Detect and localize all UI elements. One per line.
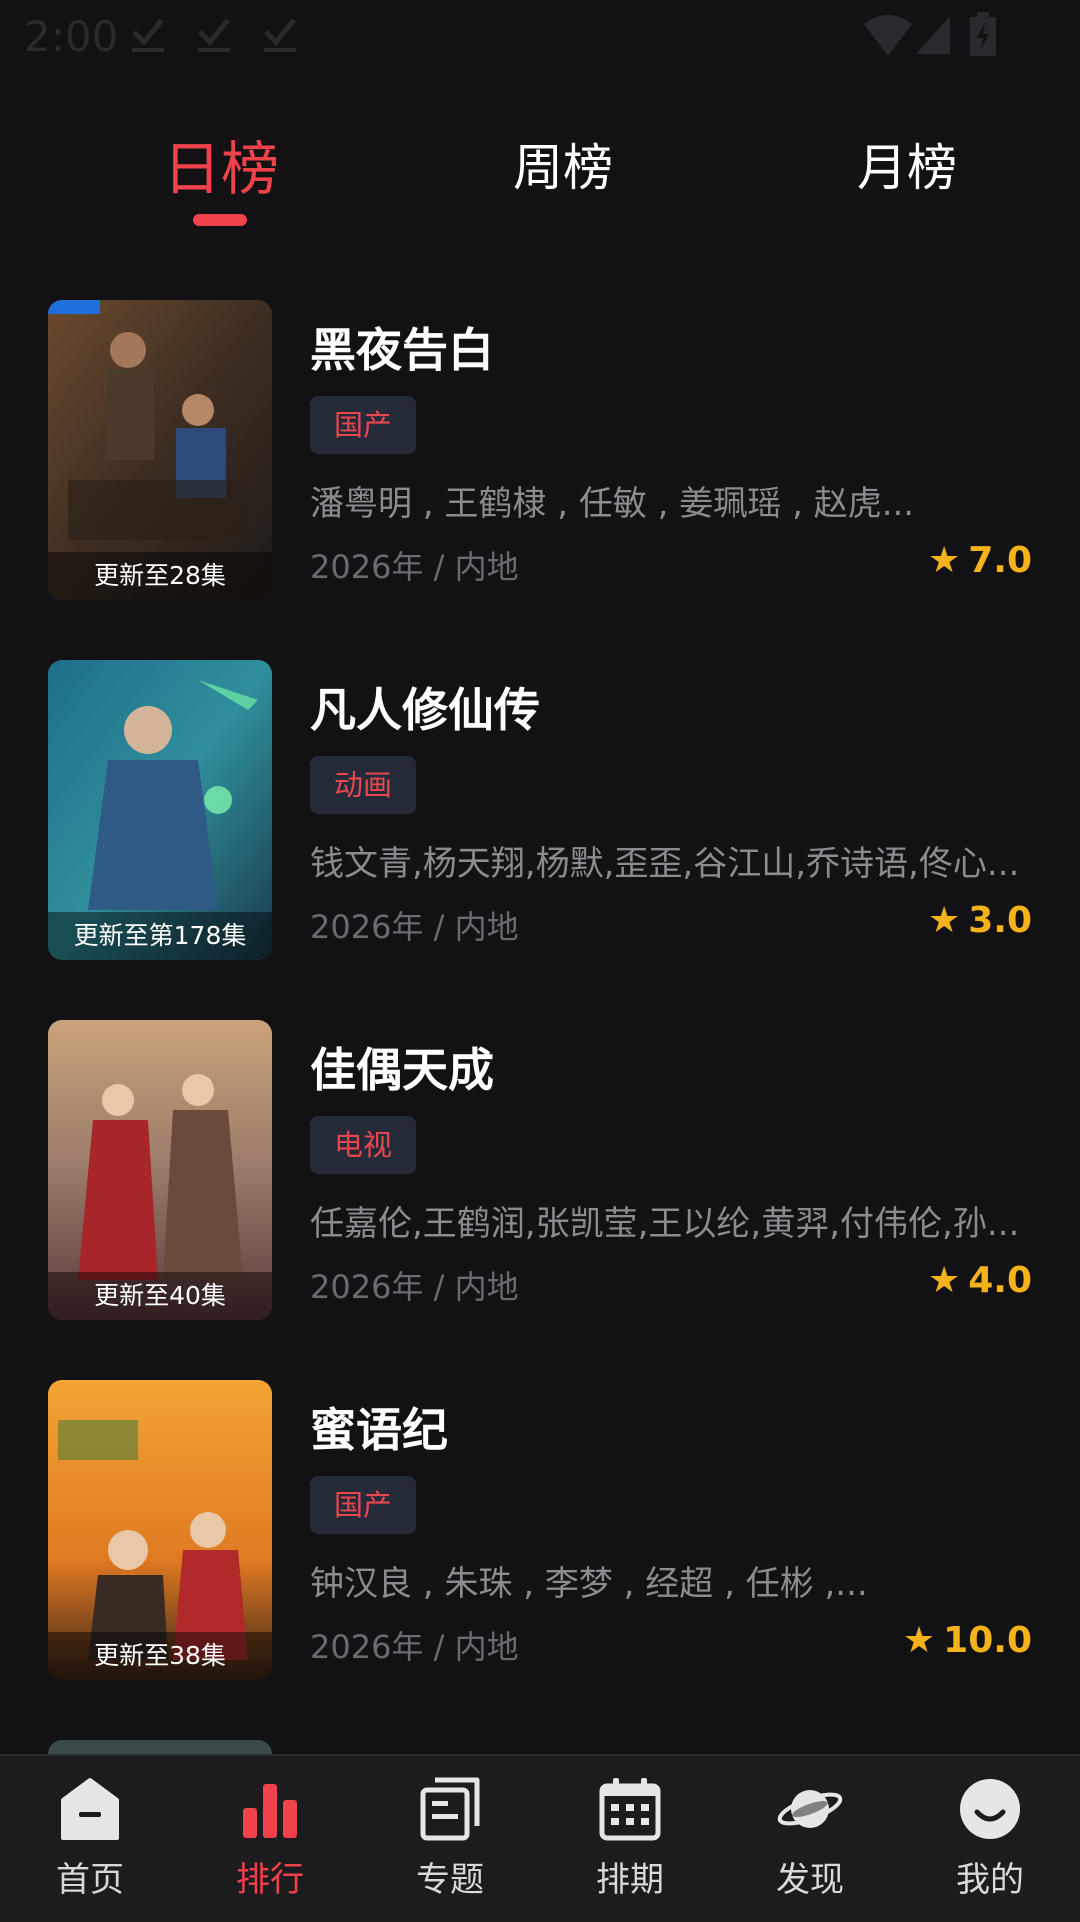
poster-caption: 更新至38集 [48, 1632, 272, 1680]
nav-label: 排行 [236, 1860, 304, 1900]
calendar-icon [599, 1778, 661, 1841]
nav-label: 首页 [56, 1860, 124, 1900]
poster-image[interactable]: 更新至40集 [48, 1020, 272, 1320]
status-bar: 2:00 [0, 0, 1080, 72]
poster-caption: 更新至40集 [48, 1272, 272, 1320]
poster-caption: 更新至28集 [48, 552, 272, 600]
genre-tag: 国产 [310, 1476, 417, 1534]
nav-home[interactable]: 首页 [20, 1774, 160, 1914]
item-title: 佳偶天成 [310, 1043, 494, 1097]
rating-value: 3.0 [968, 900, 1032, 941]
star-icon: ★ [927, 540, 961, 581]
check-notification-icon [132, 18, 164, 52]
signal-icon [916, 16, 950, 54]
nav-discover[interactable]: 发现 [740, 1774, 880, 1914]
tab-indicator [193, 214, 247, 226]
year-region: 2026年 / 内地 [310, 1628, 519, 1666]
list-item[interactable]: 更新至28集 黑夜告白 国产 潘粤明 , 王鹤棣 , 任敏 , 姜珮瑶 , 赵虎… [0, 300, 1080, 600]
planet-icon [777, 1790, 843, 1828]
rating-value: 7.0 [968, 540, 1032, 581]
ranking-tabs: 日榜 周榜 月榜 [0, 110, 1080, 230]
tab-monthly[interactable]: 月榜 [857, 128, 957, 200]
rating-value: 4.0 [968, 1260, 1032, 1301]
nav-profile[interactable]: 我的 [920, 1774, 1060, 1914]
cast-list: 潘粤明 , 王鹤棣 , 任敏 , 姜珮瑶 , 赵虎... [310, 484, 915, 524]
poster-image[interactable]: 更新至28集 [48, 300, 272, 600]
nav-label: 专题 [416, 1860, 484, 1900]
bottom-nav: 首页 排行 专题 排期 发现 我的 [0, 1754, 1080, 1922]
poster-caption: 更新至第178集 [48, 912, 272, 960]
tab-weekly[interactable]: 周榜 [513, 128, 613, 200]
genre-tag: 电视 [310, 1116, 417, 1174]
rating: ★ 10.0 [903, 1620, 1032, 1661]
cast-list: 钱文青,杨天翔,杨默,歪歪,谷江山,乔诗语,佟心... [310, 844, 1020, 884]
rating-value: 10.0 [943, 1620, 1032, 1661]
nav-ranking[interactable]: 排行 [200, 1774, 340, 1914]
tab-daily[interactable]: 日榜 [163, 122, 279, 206]
nav-label: 发现 [776, 1860, 844, 1900]
cast-list: 钟汉良 , 朱珠 , 李梦 , 经超 , 任彬 ,... [310, 1564, 868, 1604]
status-time: 2:00 [24, 12, 119, 61]
poster-image[interactable]: 更新至第178集 [48, 660, 272, 960]
item-title: 黑夜告白 [310, 323, 494, 377]
genre-tag: 国产 [310, 396, 417, 454]
poster-image[interactable]: 更新至38集 [48, 1380, 272, 1680]
home-icon [61, 1778, 119, 1840]
nav-topic[interactable]: 专题 [380, 1774, 520, 1914]
star-icon: ★ [927, 900, 961, 941]
star-icon: ★ [902, 1620, 936, 1661]
list-item[interactable]: 更新至第178集 凡人修仙传 动画 钱文青,杨天翔,杨默,歪歪,谷江山,乔诗语,… [0, 660, 1080, 960]
genre-tag: 动画 [310, 756, 417, 814]
year-region: 2026年 / 内地 [310, 548, 519, 586]
check-notification-icon [198, 18, 230, 52]
star-icon: ★ [927, 1260, 961, 1301]
nav-label: 我的 [956, 1860, 1024, 1900]
item-title: 凡人修仙传 [310, 683, 540, 737]
ranking-icon [243, 1784, 297, 1838]
list-item[interactable]: 更新至38集 蜜语纪 国产 钟汉良 , 朱珠 , 李梦 , 经超 , 任彬 ,.… [0, 1380, 1080, 1680]
battery-icon [970, 12, 996, 56]
rating: ★ 7.0 [928, 540, 1032, 581]
wifi-icon [864, 15, 912, 56]
nav-label: 排期 [596, 1860, 664, 1900]
rating: ★ 3.0 [928, 900, 1032, 941]
year-region: 2026年 / 内地 [310, 1268, 519, 1306]
year-region: 2026年 / 内地 [310, 908, 519, 946]
list-item[interactable]: 更新至40集 佳偶天成 电视 任嘉伦,王鹤润,张凯莹,王以纶,黄羿,付伟伦,孙.… [0, 1020, 1080, 1320]
rating: ★ 4.0 [928, 1260, 1032, 1301]
check-notification-icon [264, 18, 296, 52]
topic-icon [420, 1777, 480, 1841]
nav-schedule[interactable]: 排期 [560, 1774, 700, 1914]
item-title: 蜜语纪 [310, 1403, 448, 1457]
profile-icon [960, 1779, 1020, 1839]
cast-list: 任嘉伦,王鹤润,张凯莹,王以纶,黄羿,付伟伦,孙... [310, 1204, 1020, 1244]
